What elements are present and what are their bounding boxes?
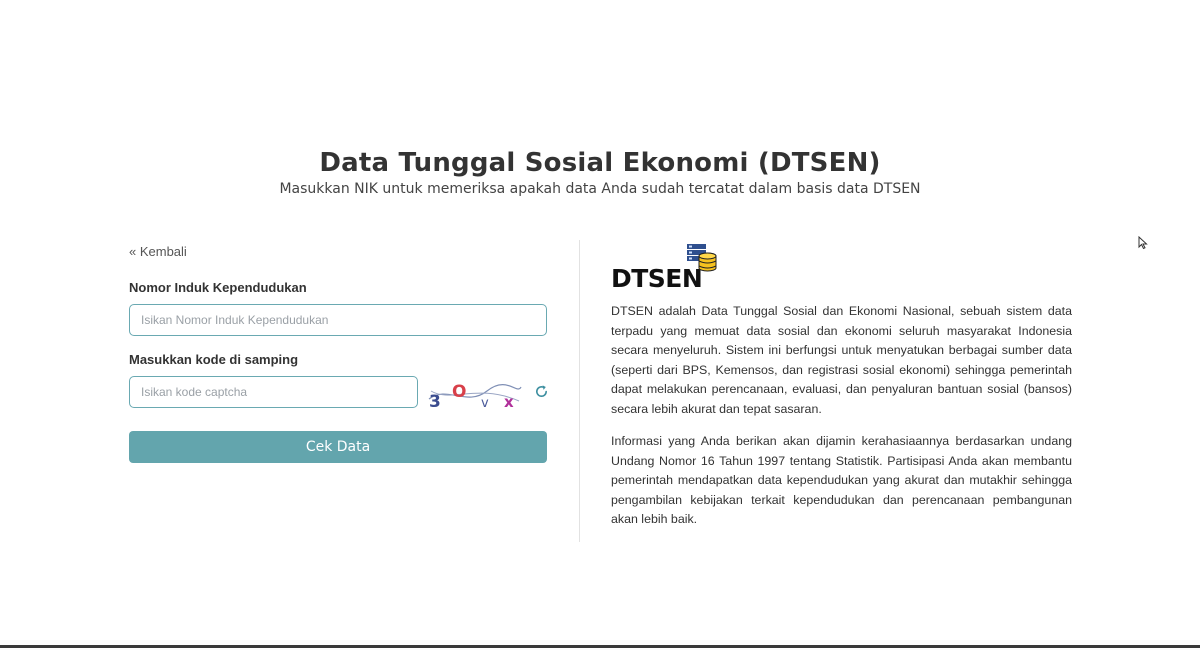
info-paragraph-1: DTSEN adalah Data Tunggal Sosial dan Eko… <box>611 304 1072 416</box>
page-title: Data Tunggal Sosial Ekonomi (DTSEN) <box>319 148 881 178</box>
mouse-cursor-icon <box>1138 236 1148 250</box>
captcha-image: 3 O v x <box>427 377 523 416</box>
captcha-char: 3 <box>429 392 441 411</box>
captcha-char: O <box>452 382 466 402</box>
captcha-char: x <box>504 393 514 411</box>
nik-label: Nomor Induk Kependudukan <box>129 280 307 295</box>
refresh-icon <box>535 384 547 397</box>
column-divider <box>579 240 580 542</box>
captcha-char: v <box>481 396 489 411</box>
captcha-label: Masukkan kode di samping <box>129 352 299 367</box>
nik-input[interactable] <box>129 304 547 336</box>
dtsen-logo: DTSEN <box>611 240 721 296</box>
page-subtitle: Masukkan NIK untuk memeriksa apakah data… <box>279 181 921 197</box>
back-link[interactable]: « Kembali <box>129 244 187 259</box>
captcha-input[interactable] <box>129 376 418 408</box>
info-paragraph-2: Informasi yang Anda berikan akan dijamin… <box>611 434 1072 526</box>
cek-data-button[interactable]: Cek Data <box>129 431 547 463</box>
captcha-refresh-button[interactable] <box>532 382 550 400</box>
database-icon <box>687 244 717 272</box>
